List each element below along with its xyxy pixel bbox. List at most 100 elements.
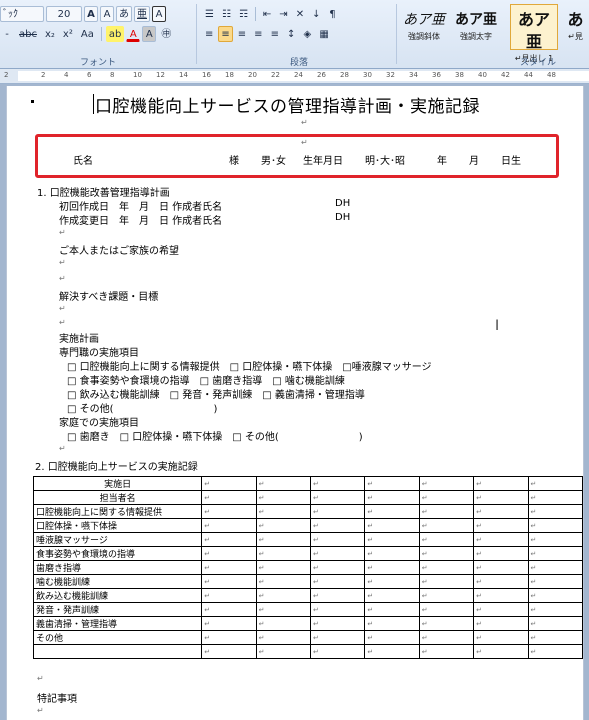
table-cell[interactable]: ↵ (309, 518, 366, 533)
highlight-color-button[interactable]: ab (105, 26, 125, 42)
table-cell[interactable]: ↵ (527, 616, 584, 631)
table-cell[interactable]: ↵ (255, 588, 311, 603)
show-marks-button[interactable]: ¶ (325, 6, 339, 22)
superscript-button[interactable]: x² (60, 26, 76, 42)
table-cell[interactable]: ↵ (255, 546, 311, 561)
line-spacing-button[interactable]: ↕ (284, 26, 298, 42)
char-border-button[interactable]: A (152, 6, 166, 22)
table-cell[interactable]: ↵ (527, 588, 584, 603)
table-cell[interactable]: ↵ (418, 532, 475, 547)
table-cell[interactable]: ↵ (309, 532, 366, 547)
table-cell[interactable]: ↵ (255, 630, 311, 645)
table-cell[interactable]: ↵ (364, 630, 420, 645)
table-cell[interactable]: ↵ (255, 602, 311, 617)
table-cell[interactable]: ↵ (201, 616, 257, 631)
clear-format-button[interactable]: あ (116, 6, 132, 22)
table-cell[interactable]: ↵ (201, 490, 257, 505)
table-cell[interactable]: ↵ (527, 630, 584, 645)
table-cell[interactable]: ↵ (364, 616, 420, 631)
table-cell[interactable]: ↵ (309, 490, 366, 505)
table-cell[interactable]: ↵ (364, 574, 420, 589)
table-cell[interactable]: ↵ (364, 588, 420, 603)
subscript-button[interactable]: x₂ (42, 26, 58, 42)
table-cell[interactable]: ↵ (527, 574, 584, 589)
table-cell[interactable]: ↵ (201, 602, 257, 617)
table-cell[interactable]: ↵ (255, 490, 311, 505)
table-cell[interactable]: ↵ (527, 532, 584, 547)
table-cell[interactable]: ↵ (309, 630, 366, 645)
row-label[interactable]: 口腔体操・嚥下体操 (32, 518, 203, 533)
table-cell[interactable]: ↵ (309, 504, 366, 519)
table-cell[interactable]: ↵ (473, 574, 529, 589)
font-name-box[interactable]: ﾞｯｸ (0, 6, 44, 22)
style-emphasis-italic[interactable]: あア亜 強調斜体 (400, 4, 448, 50)
table-cell[interactable]: ↵ (473, 518, 529, 533)
table-cell[interactable]: ↵ (527, 602, 584, 617)
align-right-button[interactable]: ≡ (235, 26, 249, 42)
table-cell[interactable]: ↵ (473, 602, 529, 617)
table-cell[interactable]: ↵ (201, 630, 257, 645)
table-cell[interactable]: ↵ (309, 476, 366, 491)
table-cell[interactable]: ↵ (364, 532, 420, 547)
table-cell[interactable]: ↵ (527, 560, 584, 575)
document-page[interactable]: 口腔機能向上サービスの管理指導計画・実施記録 ↵ ↵ 氏名 様 男･女 生年月日… (6, 86, 584, 720)
table-cell[interactable]: ↵ (364, 518, 420, 533)
font-color-button[interactable]: A (126, 26, 141, 42)
table-cell[interactable]: ↵ (201, 574, 257, 589)
table-cell[interactable]: ↵ (473, 546, 529, 561)
table-cell[interactable]: ↵ (418, 476, 475, 491)
table-cell[interactable]: ↵ (255, 476, 311, 491)
table-cell[interactable]: ↵ (418, 630, 475, 645)
table-cell[interactable]: ↵ (418, 602, 475, 617)
row-label[interactable]: 発音・発声訓練 (32, 602, 203, 617)
row-label[interactable]: 義歯清掃・管理指導 (32, 616, 203, 631)
table-cell[interactable]: ↵ (473, 588, 529, 603)
row-label[interactable]: 唾液腺マッサージ (32, 532, 203, 547)
style-emphasis-bold[interactable]: あア亜 強調太字 (452, 4, 500, 50)
row-label[interactable]: 口腔機能向上に関する情報提供 (32, 504, 203, 519)
bullets-button[interactable]: ☰ (202, 6, 217, 22)
align-left-button[interactable]: ≡ (202, 26, 216, 42)
grow-font-button[interactable]: A (84, 6, 98, 22)
table-cell[interactable]: ↵ (201, 588, 257, 603)
table-cell[interactable]: ↵ (473, 560, 529, 575)
horizontal-ruler[interactable]: 2 2 4 6 8 10 12 14 16 18 20 22 24 26 28 30 32 34 36 38 40 42 4… (0, 69, 589, 84)
table-cell[interactable]: ↵ (418, 560, 475, 575)
table-cell[interactable]: ↵ (309, 602, 366, 617)
table-cell[interactable]: ↵ (201, 476, 257, 491)
table-cell[interactable]: ↵ (418, 490, 475, 505)
increase-indent-button[interactable]: ⇥ (276, 6, 290, 22)
table-cell[interactable]: ↵ (201, 546, 257, 561)
table-cell[interactable]: ↵ (364, 644, 420, 659)
table-cell[interactable]: ↵ (309, 574, 366, 589)
table-cell[interactable]: ↵ (364, 476, 420, 491)
shading-button[interactable]: ◈ (300, 26, 314, 42)
table-cell[interactable]: ↵ (473, 532, 529, 547)
table-cell[interactable]: ↵ (418, 574, 475, 589)
row-label[interactable]: 飲み込む機能訓練 (32, 588, 203, 603)
table-cell[interactable]: ↵ (201, 560, 257, 575)
phonetic-button[interactable]: 亜 (134, 6, 150, 22)
table-cell[interactable]: ↵ (364, 602, 420, 617)
table-cell[interactable]: ↵ (255, 560, 311, 575)
font-size-box[interactable]: 20 (46, 6, 82, 22)
table-cell[interactable]: ↵ (527, 546, 584, 561)
borders-button[interactable]: ▦ (316, 26, 331, 42)
table-cell[interactable]: ↵ (364, 546, 420, 561)
table-cell[interactable]: ↵ (527, 644, 584, 659)
multilevel-list-button[interactable]: ☶ (236, 6, 251, 22)
decrease-indent-button[interactable]: ⇤ (260, 6, 274, 22)
table-cell[interactable]: ↵ (364, 490, 420, 505)
table-cell[interactable]: ↵ (309, 644, 366, 659)
table-cell[interactable]: ↵ (364, 504, 420, 519)
distribute-button[interactable]: ≡ (268, 26, 282, 42)
table-cell[interactable]: ↵ (201, 518, 257, 533)
table-cell[interactable]: ↵ (418, 616, 475, 631)
table-cell[interactable]: ↵ (473, 630, 529, 645)
table-cell[interactable]: ↵ (309, 588, 366, 603)
asian-layout-button[interactable]: ✕ (293, 6, 307, 22)
style-heading-2[interactable]: あ ↵見 (562, 4, 589, 50)
row-label[interactable]: 歯磨き指導 (32, 560, 203, 575)
table-cell[interactable]: ↵ (527, 518, 584, 533)
table-cell[interactable]: ↵ (418, 504, 475, 519)
